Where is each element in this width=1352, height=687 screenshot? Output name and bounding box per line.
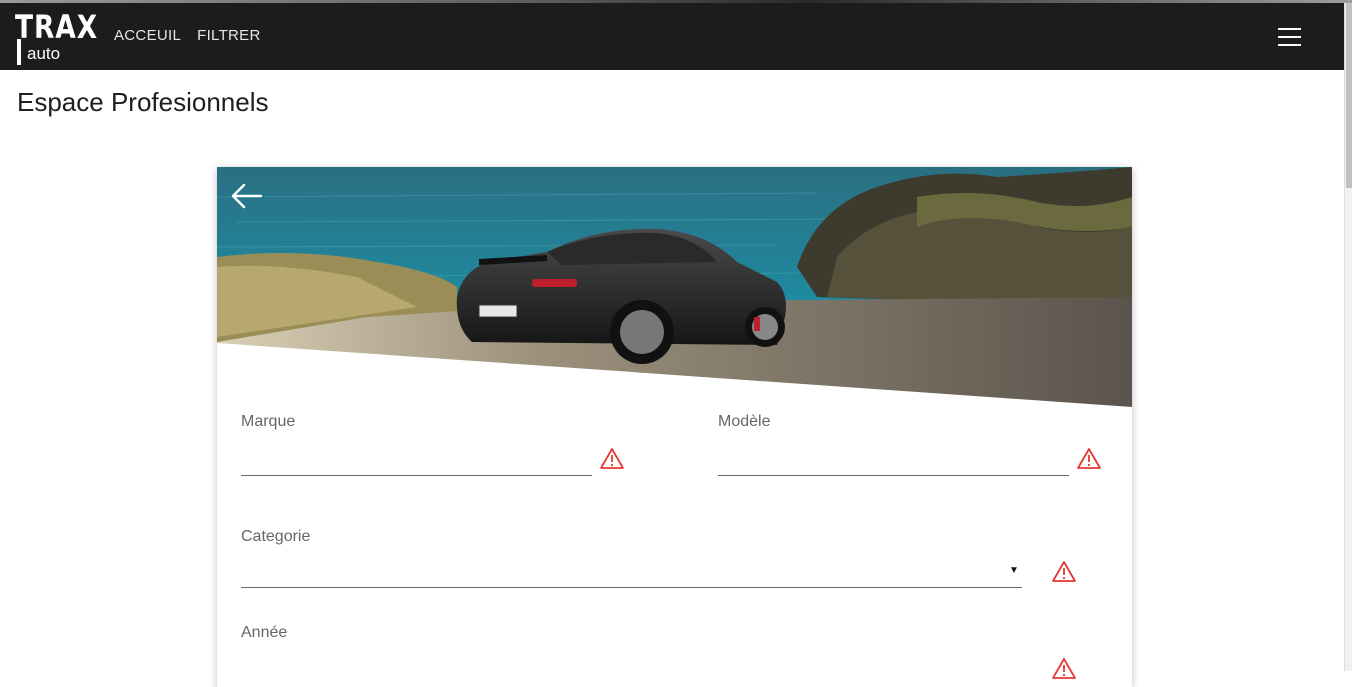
logo-sub-text: auto	[27, 44, 61, 63]
nav-links: ACCEUIL FILTRER	[114, 27, 261, 44]
navbar: TRAX auto ACCEUIL FILTRER	[0, 3, 1344, 70]
warning-triangle-icon	[1077, 448, 1101, 469]
categorie-select[interactable]	[241, 587, 1022, 588]
marque-input[interactable]	[241, 475, 592, 476]
nav-link-acceuil[interactable]: ACCEUIL	[114, 27, 181, 44]
chevron-down-icon[interactable]: ▼	[1009, 565, 1019, 576]
hamburger-menu-icon[interactable]	[1278, 28, 1301, 46]
logo-main-text: TRAX	[15, 8, 99, 46]
categorie-label: Categorie	[241, 528, 311, 545]
trax-auto-logo[interactable]: TRAX auto	[15, 8, 97, 65]
scrollbar-thumb[interactable]	[1346, 3, 1352, 188]
arrow-left-icon[interactable]	[229, 181, 263, 211]
form-card: Marque Modèle Categorie ▼ Année	[217, 167, 1132, 687]
warning-triangle-icon	[1052, 561, 1076, 582]
modele-input[interactable]	[718, 475, 1069, 476]
nav-link-filtrer[interactable]: FILTRER	[197, 27, 261, 44]
marque-label: Marque	[241, 413, 296, 430]
page-scrollbar[interactable]	[1344, 3, 1352, 671]
page-title: Espace Profesionnels	[17, 87, 269, 117]
modele-label: Modèle	[718, 413, 771, 430]
warning-triangle-icon	[600, 448, 624, 469]
annee-label: Année	[241, 624, 288, 641]
warning-triangle-icon	[1052, 658, 1076, 679]
hero-car-image	[217, 167, 1132, 407]
